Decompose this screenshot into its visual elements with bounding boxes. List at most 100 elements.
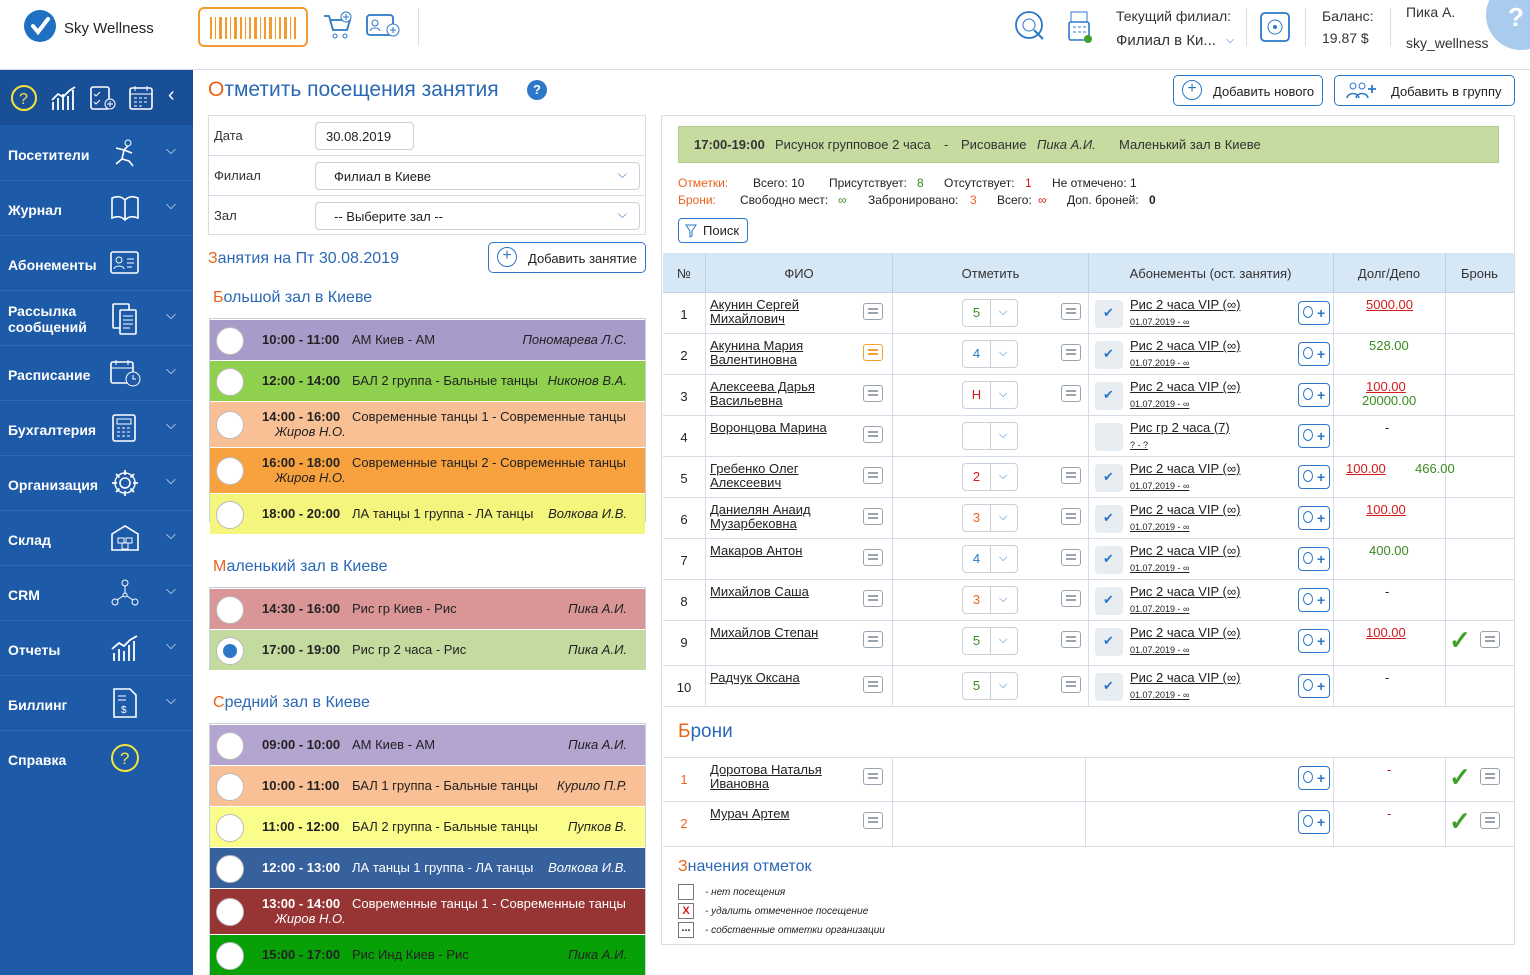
mark-select[interactable]: 2 ⌵ <box>962 463 1018 491</box>
col-name[interactable]: ФИО <box>705 266 893 281</box>
client-name-link[interactable]: Радчук Оксана <box>710 670 800 685</box>
add-subscription-icon[interactable] <box>1298 674 1330 698</box>
subscription-checkbox[interactable] <box>1095 300 1123 328</box>
comment-icon[interactable] <box>863 508 883 525</box>
add-subscription-icon[interactable] <box>1298 506 1330 530</box>
class-radio[interactable] <box>216 411 244 439</box>
subscription-checkbox[interactable] <box>1095 464 1123 492</box>
chevron-down-icon[interactable]: ⌵ <box>166 527 176 543</box>
mark-select[interactable]: 4 ⌵ <box>962 545 1018 573</box>
class-radio[interactable] <box>216 367 244 396</box>
debt-value[interactable]: 5000.00 <box>1366 297 1413 312</box>
mark-select[interactable]: Н ⌵ <box>962 381 1018 409</box>
add-client-card-icon[interactable] <box>366 12 400 43</box>
comment-icon[interactable] <box>863 426 883 443</box>
mark-select[interactable]: 5 ⌵ <box>962 299 1018 327</box>
mark-select[interactable]: 4 ⌵ <box>962 340 1018 368</box>
page-help-icon[interactable]: ? <box>527 80 547 100</box>
class-row[interactable]: 16:00 - 18:00 Современные танцы 2 - Совре… <box>210 448 645 494</box>
comment-icon[interactable] <box>1061 303 1081 320</box>
checklist-add-icon[interactable] <box>88 84 116 115</box>
col-debt[interactable]: Долг/Депо <box>1333 266 1445 281</box>
comment-icon[interactable] <box>1480 812 1500 829</box>
client-name-link[interactable]: Воронцова Марина <box>710 420 827 435</box>
class-radio[interactable] <box>216 813 244 842</box>
subscription-checkbox[interactable] <box>1095 546 1123 574</box>
chevron-down-icon[interactable]: ⌵ <box>166 142 176 158</box>
subscription-checkbox[interactable] <box>1095 382 1123 410</box>
comment-icon[interactable] <box>1061 508 1081 525</box>
comment-icon[interactable] <box>863 590 883 607</box>
help-icon[interactable]: ? <box>10 84 38 115</box>
subscription-dates[interactable]: ? - ? <box>1130 440 1148 450</box>
client-name-link[interactable]: Макаров Антон <box>710 543 802 558</box>
subscription-link[interactable]: Рис 2 часа VIP (∞) <box>1130 338 1241 353</box>
subscription-dates[interactable]: 01.07.2019 - ∞ <box>1130 317 1189 327</box>
subscription-link[interactable]: Рис 2 часа VIP (∞) <box>1130 502 1241 517</box>
user-name[interactable]: Пика А. <box>1406 4 1455 20</box>
sidebar-item-mailing[interactable]: Рассылка сообщений ⌵ <box>0 291 193 346</box>
class-row[interactable]: 15:00 - 17:00 Рис Инд Киев - Рис Пика А.И. <box>210 935 645 975</box>
class-row[interactable]: 14:30 - 16:00 Рис гр Киев - Рис Пика А.И. <box>210 589 645 630</box>
subscription-link[interactable]: Рис 2 часа VIP (∞) <box>1130 461 1241 476</box>
sidebar-item-help[interactable]: Справка ? <box>0 731 193 786</box>
chevron-down-icon[interactable]: ⌵ <box>166 692 176 708</box>
mark-select[interactable]: ⌵ <box>962 422 1018 450</box>
search-button[interactable]: Поиск <box>678 218 748 243</box>
comment-icon[interactable] <box>1061 549 1081 566</box>
chevron-down-icon[interactable]: ⌵ <box>1226 34 1234 47</box>
class-row[interactable]: 12:00 - 14:00 БАЛ 2 группа - Бальные танц… <box>210 361 645 402</box>
class-radio[interactable] <box>216 500 244 529</box>
subscription-link[interactable]: Рис гр 2 часа (7) <box>1130 420 1230 435</box>
class-radio[interactable] <box>216 772 244 801</box>
sidebar-item-crm[interactable]: CRM ⌵ <box>0 566 193 621</box>
class-radio[interactable] <box>216 898 244 926</box>
subscription-checkbox[interactable] <box>1095 423 1123 451</box>
add-subscription-icon[interactable] <box>1298 588 1330 612</box>
client-name-link-line2[interactable]: Михайлович <box>710 311 785 326</box>
chevron-down-icon[interactable]: ⌵ <box>166 582 176 598</box>
subscription-checkbox[interactable] <box>1095 505 1123 533</box>
debt-value[interactable]: 100.00 <box>1346 461 1386 476</box>
mark-select[interactable]: 3 ⌵ <box>962 504 1018 532</box>
user-login[interactable]: sky_wellness <box>1406 35 1488 51</box>
comment-icon[interactable] <box>863 344 883 361</box>
client-name-link-line2[interactable]: Валентиновна <box>710 352 797 367</box>
comment-icon[interactable] <box>1061 344 1081 361</box>
comment-icon[interactable] <box>863 631 883 648</box>
add-subscription-icon[interactable] <box>1298 383 1330 407</box>
client-name-link-line2[interactable]: Алексеевич <box>710 475 781 490</box>
comment-icon[interactable] <box>863 385 883 402</box>
add-lesson-button[interactable]: + Добавить занятие <box>488 242 646 273</box>
subscription-checkbox[interactable] <box>1095 587 1123 615</box>
safe-icon[interactable] <box>1260 12 1292 47</box>
subscription-dates[interactable]: 01.07.2019 - ∞ <box>1130 399 1189 409</box>
class-row[interactable]: 12:00 - 13:00 ЛА танцы 1 группа - ЛА танц… <box>210 848 645 889</box>
client-name-link[interactable]: Михайлов Степан <box>710 625 818 640</box>
cart-add-icon[interactable] <box>322 10 354 45</box>
chevron-down-icon[interactable]: ⌵ <box>166 472 176 488</box>
debt-value[interactable]: 100.00 <box>1366 379 1406 394</box>
add-subscription-icon[interactable] <box>1298 424 1330 448</box>
subscription-link[interactable]: Рис 2 часа VIP (∞) <box>1130 543 1241 558</box>
chevron-down-icon[interactable]: ⌵ <box>166 307 176 323</box>
subscription-link[interactable]: Рис 2 часа VIP (∞) <box>1130 670 1241 685</box>
comment-icon[interactable] <box>863 303 883 320</box>
class-row[interactable]: 09:00 - 10:00 АМ Киев - АМ Пика А.И. <box>210 725 645 766</box>
comment-icon[interactable] <box>1061 631 1081 648</box>
mark-select[interactable]: 5 ⌵ <box>962 627 1018 655</box>
comment-icon[interactable] <box>1061 590 1081 607</box>
chevron-down-icon[interactable]: ⌵ <box>166 362 176 378</box>
chevron-down-icon[interactable]: ⌵ <box>166 197 176 213</box>
comment-icon[interactable] <box>1061 385 1081 402</box>
chevron-down-icon[interactable]: ⌵ <box>166 417 176 433</box>
col-number[interactable]: № <box>663 266 705 281</box>
sidebar-item-reports[interactable]: Отчеты ⌵ <box>0 621 193 676</box>
add-subscription-icon[interactable] <box>1298 301 1330 325</box>
comment-icon[interactable] <box>863 812 883 829</box>
client-name-link[interactable]: Михайлов Саша <box>710 584 809 599</box>
subscription-dates[interactable]: 01.07.2019 - ∞ <box>1130 522 1189 532</box>
subscription-dates[interactable]: 01.07.2019 - ∞ <box>1130 481 1189 491</box>
add-subscription-icon[interactable] <box>1298 547 1330 571</box>
comment-icon[interactable] <box>1480 631 1500 648</box>
